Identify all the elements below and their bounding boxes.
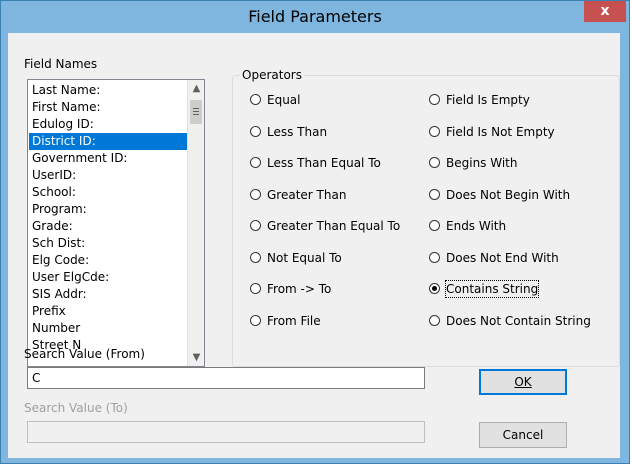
radio-circle-icon <box>429 314 440 326</box>
field-list-item[interactable]: First Name: <box>32 99 101 116</box>
radio-circle-icon <box>429 251 440 263</box>
radio-circle-icon <box>250 283 261 294</box>
search-from-label: Search Value (From) <box>24 347 145 361</box>
operator-label: Greater Than Equal To <box>267 219 401 233</box>
operator-label: From -> To <box>267 282 332 296</box>
search-to-label: Search Value (To) <box>24 401 128 415</box>
operator-label: Does Not Begin With <box>446 187 571 202</box>
radio-circle-icon <box>250 125 261 137</box>
dialog-window: Field Parameters x Field Names Last Name… <box>0 0 630 464</box>
field-list-item[interactable]: UserID: <box>32 167 76 184</box>
radio-circle-icon <box>429 283 440 294</box>
field-list-item[interactable]: User ElgCde: <box>32 269 109 286</box>
field-list-item[interactable]: District ID: <box>29 133 189 150</box>
operator-label: Less Than Equal To <box>267 156 381 170</box>
field-list-item[interactable]: Program: <box>32 201 87 218</box>
operator-label: Equal <box>267 93 301 107</box>
field-list-item[interactable]: School: <box>32 184 76 201</box>
radio-circle-icon <box>250 220 261 231</box>
radio-circle-icon <box>250 157 261 168</box>
operator-label: Does Not Contain String <box>446 313 591 328</box>
ok-button-label: OK <box>514 375 532 389</box>
radio-circle-icon <box>250 314 261 326</box>
operator-label: Ends With <box>446 219 507 233</box>
scroll-down-icon[interactable]: ▼ <box>188 349 204 366</box>
field-list-item[interactable]: Sch Dist: <box>32 235 85 252</box>
field-list-item[interactable]: Last Name: <box>32 82 100 99</box>
scroll-up-icon[interactable]: ▲ <box>188 80 204 97</box>
field-list-item[interactable]: Edulog ID: <box>32 116 94 133</box>
operator-label: Not Equal To <box>267 250 342 265</box>
field-names-list[interactable]: Last Name: First Name: Edulog ID: District … <box>27 79 205 367</box>
field-list-item[interactable]: Elg Code: <box>32 252 89 269</box>
field-list-item[interactable]: Number <box>32 320 80 337</box>
field-list-item[interactable]: SIS Addr: <box>32 286 87 303</box>
close-button[interactable]: x <box>584 1 626 22</box>
radio-circle-icon <box>250 94 261 105</box>
field-list-item[interactable]: Prefix <box>32 303 66 320</box>
operator-label: Begins With <box>446 156 518 170</box>
radio-circle-icon <box>429 188 440 200</box>
radio-circle-icon <box>250 251 261 263</box>
radio-circle-icon <box>429 220 440 231</box>
operators-label: Operators <box>240 68 304 82</box>
radio-circle-icon <box>429 94 440 105</box>
radio-dot-icon <box>432 286 437 291</box>
field-list-item[interactable]: Grade: <box>32 218 73 235</box>
operator-label: Less Than <box>267 124 328 139</box>
operator-label: Field Is Empty <box>446 93 530 107</box>
operator-label: Field Is Not Empty <box>446 124 555 139</box>
radio-circle-icon <box>250 188 261 200</box>
field-list-item[interactable]: Government ID: <box>32 150 127 167</box>
title-bar[interactable]: Field Parameters x <box>1 1 629 33</box>
operator-label: Does Not End With <box>446 250 559 265</box>
list-scrollbar[interactable]: ▲ ▼ <box>187 80 204 366</box>
radio-circle-icon <box>429 157 440 168</box>
field-names-label: Field Names <box>24 57 98 71</box>
dialog-title: Field Parameters <box>248 7 382 26</box>
scroll-thumb[interactable] <box>190 100 202 124</box>
dialog-body: Field Names Last Name: First Name: Edulog … <box>8 33 620 458</box>
operator-label: Greater Than <box>267 187 347 202</box>
radio-circle-icon <box>429 125 440 137</box>
search-to-input[interactable] <box>27 421 425 443</box>
operator-label: Contains String <box>444 280 540 298</box>
ok-button[interactable]: OK <box>479 369 567 395</box>
operator-label: From File <box>267 313 321 328</box>
cancel-button[interactable]: Cancel <box>479 422 567 448</box>
cancel-button-label: Cancel <box>502 428 544 442</box>
search-from-input[interactable]: C <box>27 367 425 389</box>
